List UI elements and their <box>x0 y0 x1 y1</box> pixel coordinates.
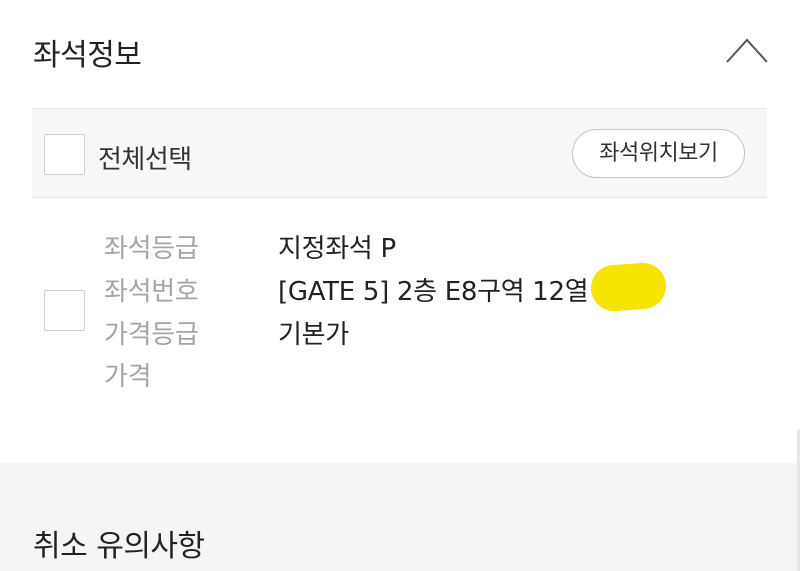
seat-number-label: 좌석번호 <box>104 277 199 307</box>
price-grade-value: 기본가 <box>278 320 349 350</box>
price-label: 가격 <box>104 362 152 392</box>
chevron-up-icon <box>726 38 768 63</box>
seat-number-value: [GATE 5] 2층 E8구역 12열 <box>278 277 589 307</box>
price-grade-label: 가격등급 <box>104 320 199 350</box>
redaction-highlight <box>589 261 668 313</box>
seat-checkbox[interactable] <box>44 290 85 331</box>
select-all-label: 전체선택 <box>98 145 192 175</box>
cancel-notice-title: 취소 유의사항 <box>33 529 205 564</box>
collapse-button[interactable] <box>724 30 770 70</box>
seat-item: 좌석등급 지정좌석 P 좌석번호 [GATE 5] 2층 E8구역 12열 가격… <box>32 198 767 458</box>
select-all-bar: 전체선택 좌석위치보기 <box>32 108 767 198</box>
seat-grade-label: 좌석등급 <box>104 234 199 264</box>
seat-grade-value: 지정좌석 P <box>278 234 396 264</box>
select-all-checkbox[interactable] <box>44 134 85 175</box>
section-title: 좌석정보 <box>33 38 142 73</box>
view-seat-location-button[interactable]: 좌석위치보기 <box>572 129 745 178</box>
seat-info-header: 좌석정보 <box>0 0 800 108</box>
